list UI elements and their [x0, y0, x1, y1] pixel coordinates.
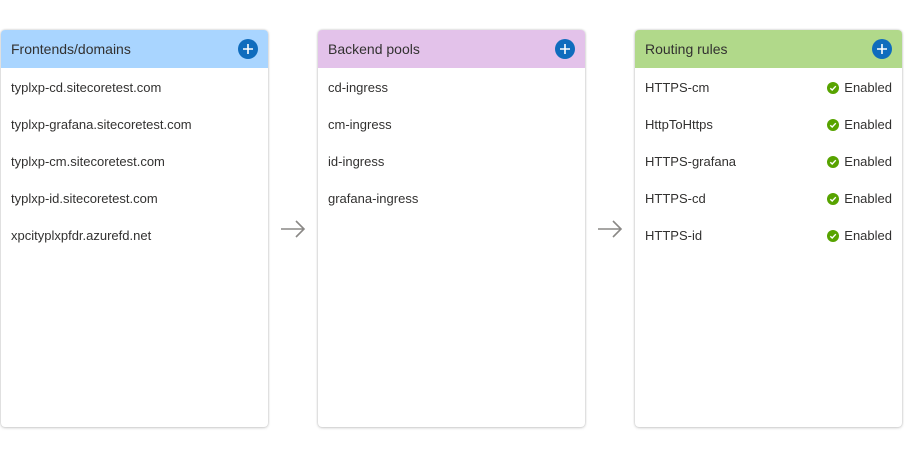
frontend-item-label: typlxp-grafana.sitecoretest.com	[11, 117, 192, 132]
add-frontend-button[interactable]	[238, 39, 258, 59]
frontends-header: Frontends/domains	[1, 30, 268, 68]
check-circle-icon	[827, 81, 840, 94]
status-badge: Enabled	[827, 117, 892, 132]
backend-pool-item-label: grafana-ingress	[328, 191, 419, 206]
add-routing-rule-button[interactable]	[872, 39, 892, 59]
frontend-item-label: typlxp-id.sitecoretest.com	[11, 191, 158, 206]
backend-pool-item[interactable]: cm-ingress	[318, 106, 585, 143]
routing-rule-item[interactable]: HttpToHttps Enabled	[635, 106, 902, 143]
backend-pool-item-label: cm-ingress	[328, 117, 392, 132]
routing-rule-item[interactable]: HTTPS-cd Enabled	[635, 180, 902, 217]
status-badge: Enabled	[827, 228, 892, 243]
frontends-list: typlxp-cd.sitecoretest.com typlxp-grafan…	[1, 69, 268, 254]
routing-rule-label: HttpToHttps	[645, 117, 713, 132]
frontends-panel: Frontends/domains typlxp-cd.sitecoretest…	[1, 30, 268, 427]
plus-icon	[560, 44, 570, 54]
status-badge: Enabled	[827, 191, 892, 206]
routing-rule-label: HTTPS-cd	[645, 191, 706, 206]
add-backend-pool-button[interactable]	[555, 39, 575, 59]
frontend-item-label: typlxp-cm.sitecoretest.com	[11, 154, 165, 169]
backend-pool-item[interactable]: id-ingress	[318, 143, 585, 180]
arrow-right-icon	[281, 220, 306, 238]
routing-rule-label: HTTPS-id	[645, 228, 703, 243]
status-badge: Enabled	[827, 154, 892, 169]
frontends-title: Frontends/domains	[11, 41, 131, 57]
frontend-item[interactable]: xpcityplxpfdr.azurefd.net	[1, 217, 268, 254]
backend-pool-item[interactable]: grafana-ingress	[318, 180, 585, 217]
frontend-item[interactable]: typlxp-cm.sitecoretest.com	[1, 143, 268, 180]
plus-icon	[877, 44, 887, 54]
status-badge: Enabled	[827, 80, 892, 95]
routing-rules-list: HTTPS-cm Enabled HttpToHttps Enabled HTT…	[635, 69, 902, 254]
routing-rule-item[interactable]: HTTPS-id Enabled	[635, 217, 902, 254]
backend-pool-item-label: cd-ingress	[328, 80, 388, 95]
check-circle-icon	[827, 155, 840, 168]
check-circle-icon	[827, 229, 840, 242]
frontend-item-label: typlxp-cd.sitecoretest.com	[11, 80, 162, 95]
check-circle-icon	[827, 118, 840, 131]
routing-rule-item[interactable]: HTTPS-cm Enabled	[635, 69, 902, 106]
frontend-item-label: xpcityplxpfdr.azurefd.net	[11, 228, 152, 243]
backend-pool-item[interactable]: cd-ingress	[318, 69, 585, 106]
plus-icon	[243, 44, 253, 54]
backend-pool-item-label: id-ingress	[328, 154, 385, 169]
routing-rule-label: HTTPS-grafana	[645, 154, 737, 169]
routing-rule-label: HTTPS-cm	[645, 80, 710, 95]
status-text: Enabled	[844, 80, 892, 95]
status-text: Enabled	[844, 117, 892, 132]
routing-rules-header: Routing rules	[635, 30, 902, 68]
backend-pools-panel: Backend pools cd-ingress cm-ingress id-i…	[318, 30, 585, 427]
front-door-designer: Frontends/domains typlxp-cd.sitecoretest…	[0, 0, 917, 455]
backend-pools-list: cd-ingress cm-ingress id-ingress grafana…	[318, 69, 585, 217]
backend-pools-header: Backend pools	[318, 30, 585, 68]
status-text: Enabled	[844, 191, 892, 206]
status-text: Enabled	[844, 154, 892, 169]
arrow-right-icon	[598, 220, 623, 238]
check-circle-icon	[827, 192, 840, 205]
routing-rules-title: Routing rules	[645, 41, 728, 57]
routing-rule-item[interactable]: HTTPS-grafana Enabled	[635, 143, 902, 180]
frontend-item[interactable]: typlxp-grafana.sitecoretest.com	[1, 106, 268, 143]
frontend-item[interactable]: typlxp-id.sitecoretest.com	[1, 180, 268, 217]
backend-pools-title: Backend pools	[328, 41, 420, 57]
routing-rules-panel: Routing rules HTTPS-cm Enabled HttpToHtt…	[635, 30, 902, 427]
frontend-item[interactable]: typlxp-cd.sitecoretest.com	[1, 69, 268, 106]
status-text: Enabled	[844, 228, 892, 243]
